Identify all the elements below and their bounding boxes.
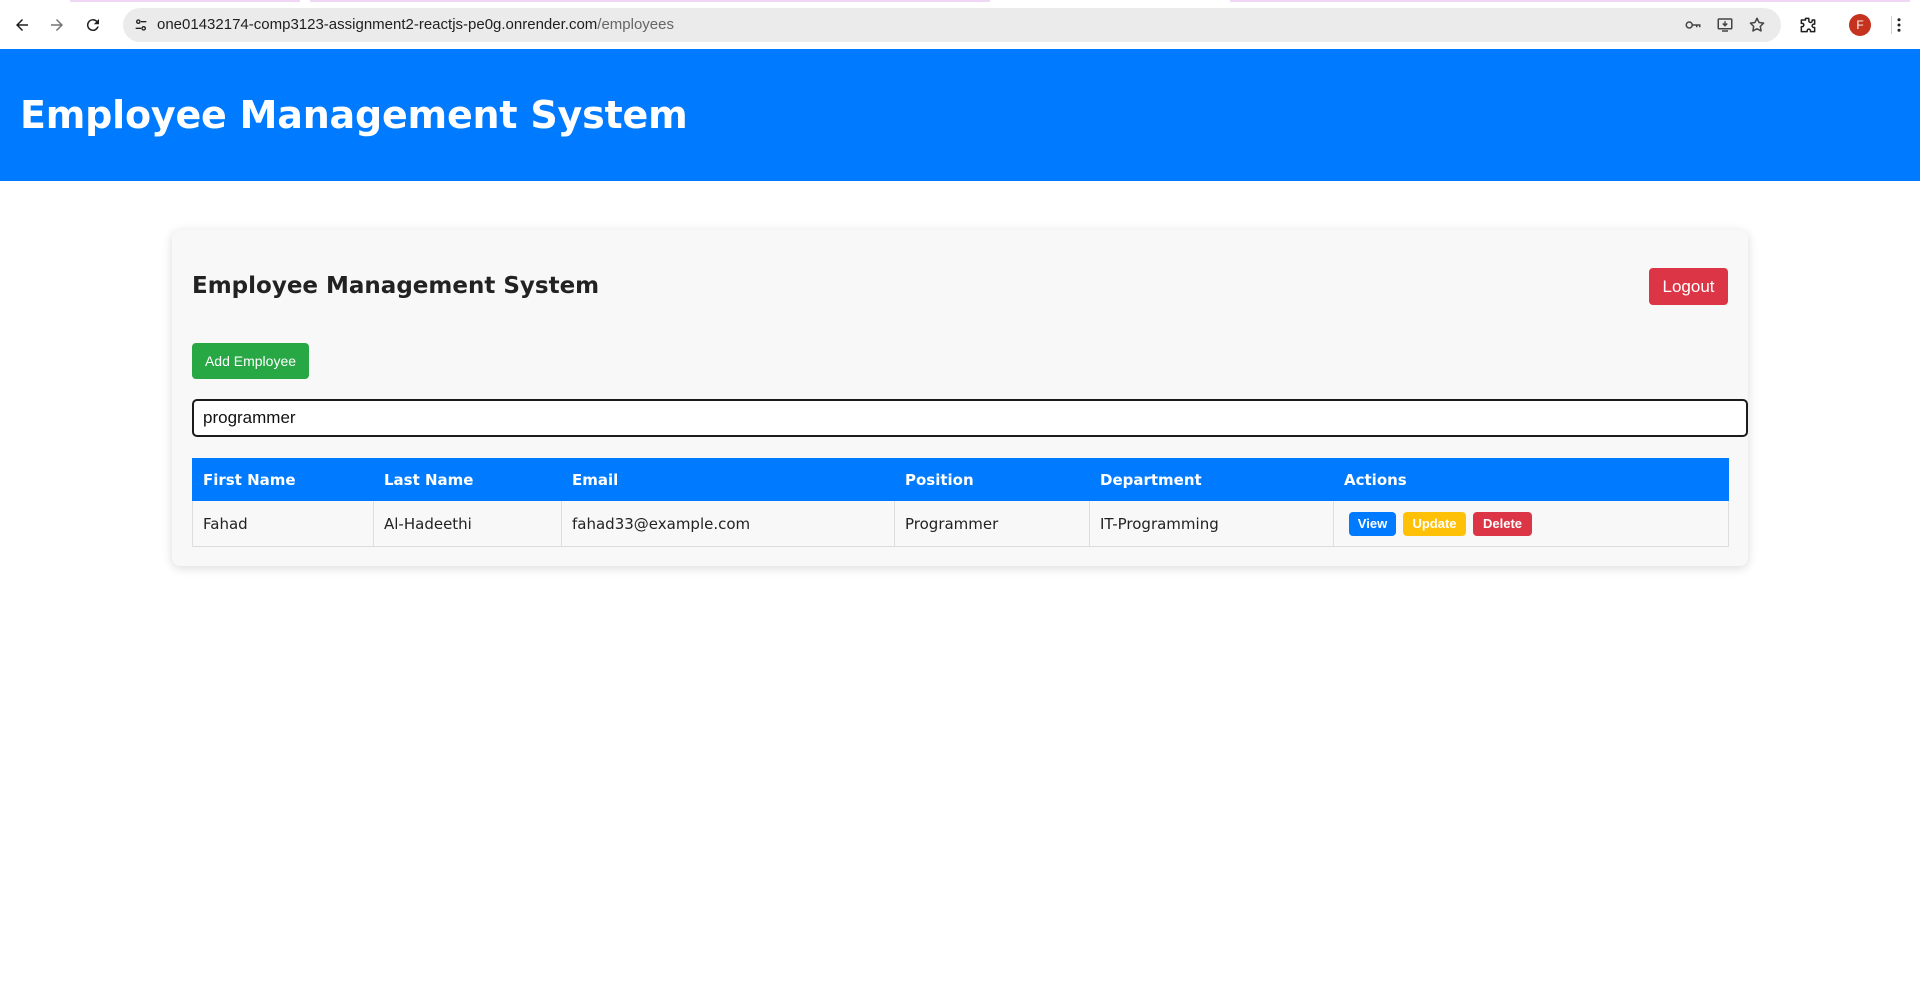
table-header-row: First Name Last Name Email Position Depa… (192, 458, 1729, 501)
bookmark-button[interactable] (1747, 15, 1767, 35)
reload-button[interactable] (78, 10, 108, 40)
tab-strip-accent (1230, 0, 1910, 2)
site-info-button[interactable] (129, 13, 153, 37)
employee-table: First Name Last Name Email Position Depa… (192, 458, 1729, 547)
tab-strip-accent (310, 0, 990, 2)
url-host: one01432174-comp3123-assignment2-reactjs… (157, 16, 598, 33)
back-button[interactable] (7, 10, 37, 40)
extensions-button[interactable] (1795, 12, 1821, 38)
view-button[interactable]: View (1349, 511, 1396, 536)
kebab-menu-icon (1897, 18, 1901, 32)
browser-menu-button[interactable] (1886, 12, 1912, 38)
column-header-department: Department (1089, 458, 1334, 501)
forward-button[interactable] (42, 10, 72, 40)
browser-toolbar: one01432174-comp3123-assignment2-reactjs… (0, 0, 1920, 50)
add-employee-button[interactable]: Add Employee (192, 343, 309, 379)
cell-actions: View Update Delete (1333, 500, 1729, 547)
cell-department: IT-Programming (1089, 500, 1334, 547)
column-header-email: Email (561, 458, 895, 501)
delete-button[interactable]: Delete (1473, 511, 1532, 536)
extensions-icon (1800, 17, 1816, 33)
tab-strip-accent (70, 0, 300, 2)
column-header-position: Position (894, 458, 1090, 501)
employee-card: Employee Management System Logout Add Em… (172, 230, 1748, 566)
column-header-first-name: First Name (192, 458, 374, 501)
search-input[interactable] (192, 399, 1748, 437)
install-app-button[interactable] (1715, 15, 1735, 35)
cell-first-name: Fahad (192, 500, 374, 547)
cell-position: Programmer (894, 500, 1090, 547)
site-info-icon (135, 19, 147, 31)
column-header-actions: Actions (1333, 458, 1729, 501)
table-row: Fahad Al-Hadeethi fahad33@example.com Pr… (192, 500, 1729, 547)
star-icon (1749, 17, 1765, 32)
password-key-button[interactable] (1683, 15, 1703, 35)
url-text: one01432174-comp3123-assignment2-reactjs… (157, 8, 674, 42)
forward-icon (51, 19, 63, 31)
column-header-last-name: Last Name (373, 458, 562, 501)
address-bar[interactable]: one01432174-comp3123-assignment2-reactjs… (123, 8, 1781, 42)
back-icon (16, 19, 28, 31)
cell-email: fahad33@example.com (561, 500, 895, 547)
install-icon (1717, 18, 1733, 32)
profile-avatar[interactable]: F (1849, 14, 1871, 36)
logout-button[interactable]: Logout (1649, 268, 1728, 305)
profile-initial: F (1856, 18, 1864, 32)
url-path: /employees (597, 16, 674, 33)
key-icon (1685, 21, 1701, 29)
cell-last-name: Al-Hadeethi (373, 500, 562, 547)
reload-icon (86, 19, 99, 32)
update-button[interactable]: Update (1403, 511, 1466, 536)
app-header: Employee Management System (0, 49, 1920, 181)
card-title: Employee Management System (192, 273, 600, 299)
app-title: Employee Management System (20, 93, 688, 137)
